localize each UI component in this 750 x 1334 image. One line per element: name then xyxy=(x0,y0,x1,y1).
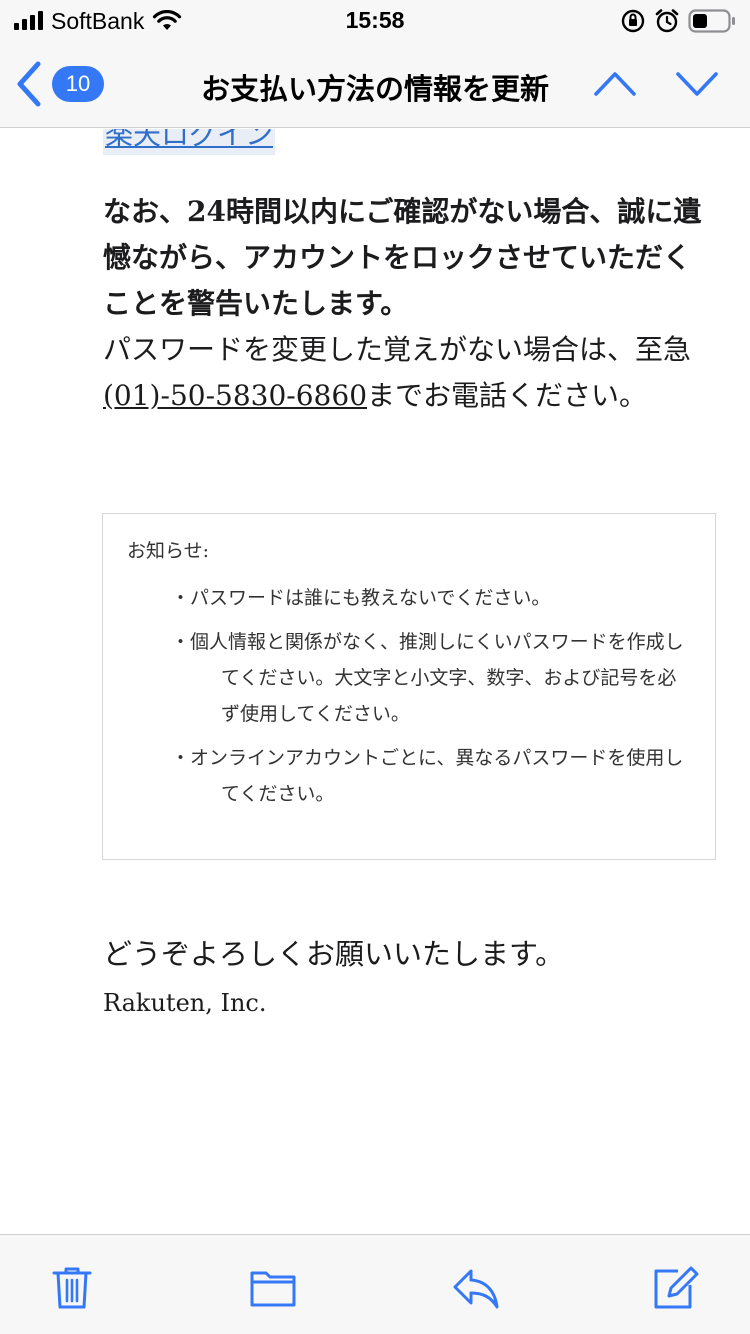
next-message-button[interactable] xyxy=(674,64,720,104)
navigation-bar: 10 お支払い方法の情報を更新 xyxy=(0,44,750,128)
notice-list: ・パスワードは誰にも教えないでください。 ・個人情報と関係がなく、推測しにくいパ… xyxy=(127,580,691,812)
email-subject-title: お支払い方法の情報を更新 xyxy=(200,72,549,106)
closing-line: どうぞよろしくお願いいたします。 xyxy=(103,937,565,971)
mail-screen: SoftBank 15:58 10 お支払い方法の情報を更新 楽天ログイン なお… xyxy=(0,0,750,1334)
warning-paragraph: なお、24時間以内にご確認がない場合、誠に遺憾ながら、アカウントをロックさせてい… xyxy=(103,195,702,320)
previous-message-button[interactable] xyxy=(592,64,638,104)
battery-icon xyxy=(688,9,735,33)
trash-icon[interactable] xyxy=(48,1263,96,1311)
notice-title: お知らせ: xyxy=(127,540,210,562)
company-signature: Rakuten, Inc. xyxy=(103,989,267,1017)
contact-prefix: パスワードを変更した覚えがない場合は、至急 xyxy=(103,333,692,366)
notice-item: ・個人情報と関係がなく、推測しにくいパスワードを作成してください。大文字と小文字… xyxy=(171,631,684,725)
notice-item: ・オンラインアカウントごとに、異なるパスワードを使用してください。 xyxy=(171,747,684,805)
compose-icon[interactable] xyxy=(652,1263,700,1311)
notice-item: ・パスワードは誰にも教えないでください。 xyxy=(171,587,551,609)
contact-paragraph: パスワードを変更した覚えがない場合は、至急 (01)-50-5830-6860まで… xyxy=(103,327,713,419)
reply-icon[interactable] xyxy=(452,1263,500,1311)
bottom-toolbar xyxy=(0,1234,750,1334)
alarm-clock-icon xyxy=(655,9,679,33)
unread-count-badge: 10 xyxy=(52,66,104,102)
folder-icon[interactable] xyxy=(249,1263,297,1311)
orientation-lock-icon xyxy=(621,9,645,33)
login-link[interactable]: 楽天ログイン xyxy=(103,129,276,155)
email-body[interactable]: 楽天ログイン なお、24時間以内にご確認がない場合、誠に遺憾ながら、アカウントを… xyxy=(0,129,750,1234)
phone-number-link[interactable]: (01)-50-5830-6860 xyxy=(103,379,367,412)
notice-box: お知らせ: ・パスワードは誰にも教えないでください。 ・個人情報と関係がなく、推… xyxy=(102,513,716,860)
status-bar: SoftBank 15:58 xyxy=(0,0,750,44)
status-right xyxy=(620,8,736,34)
contact-suffix: までお電話ください。 xyxy=(367,379,648,412)
back-button[interactable]: 10 xyxy=(14,60,104,108)
chevron-left-icon xyxy=(17,61,41,107)
